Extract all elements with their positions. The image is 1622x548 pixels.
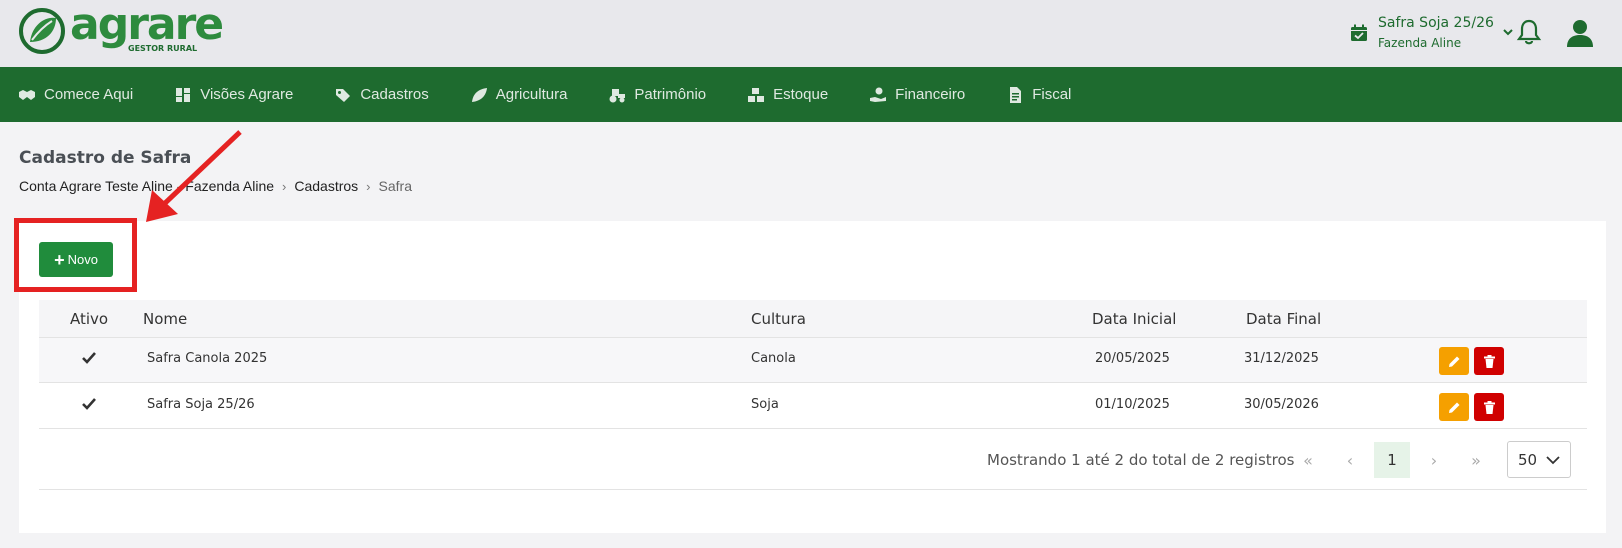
- annotation-highlight-box: [14, 218, 137, 292]
- delete-button[interactable]: [1474, 393, 1504, 421]
- annotation-arrow-icon: [146, 130, 242, 222]
- boxes-icon: [748, 87, 765, 102]
- brand-name: agrare: [70, 0, 224, 50]
- cell-data-final: 30/05/2026: [1244, 397, 1319, 412]
- breadcrumb-cadastros[interactable]: Cadastros: [294, 178, 358, 194]
- nav-item-patrimonio[interactable]: Patrimônio: [608, 86, 706, 103]
- chevron-down-icon: [1503, 29, 1513, 36]
- safra-selector[interactable]: Safra Soja 25/26 Fazenda Aline: [1350, 14, 1514, 54]
- handshake-icon: [19, 89, 35, 100]
- nav-label: Cadastros: [360, 86, 429, 103]
- divider: [39, 489, 1587, 490]
- pencil-icon: [1448, 356, 1459, 367]
- page-size-select[interactable]: 50: [1507, 441, 1571, 478]
- tags-icon: [336, 88, 351, 102]
- nav-label: Visões Agrare: [200, 86, 294, 103]
- last-page-button[interactable]: »: [1458, 442, 1494, 478]
- table-row: Safra Canola 2025 Canola 20/05/2025 31/1…: [39, 338, 1587, 383]
- nav-label: Agricultura: [495, 86, 568, 103]
- cell-data-inicial: 01/10/2025: [1095, 397, 1170, 412]
- pagination-summary: Mostrando 1 até 2 do total de 2 registro…: [987, 451, 1295, 469]
- column-cultura[interactable]: Cultura: [751, 310, 806, 328]
- chevron-right-icon: ›: [282, 178, 287, 194]
- cell-data-inicial: 20/05/2025: [1095, 351, 1170, 366]
- nav-item-comece-aqui[interactable]: Comece Aqui: [18, 86, 133, 103]
- bell-icon[interactable]: [1516, 18, 1542, 46]
- first-page-button[interactable]: «: [1290, 442, 1326, 478]
- calendar-check-icon: [1351, 24, 1367, 41]
- column-data-inicial[interactable]: Data Inicial: [1092, 310, 1176, 328]
- table-header: Ativo Nome Cultura Data Inicial Data Fin…: [39, 300, 1587, 338]
- cell-nome: Safra Soja 25/26: [147, 397, 255, 412]
- pencil-icon: [1448, 402, 1459, 413]
- cell-data-final: 31/12/2025: [1244, 351, 1319, 366]
- nav-label: Financeiro: [895, 86, 966, 103]
- nav-label: Comece Aqui: [44, 86, 134, 103]
- nav-item-visoes-agrare[interactable]: Visões Agrare: [174, 86, 293, 103]
- safra-title: Safra Soja 25/26: [1378, 15, 1494, 31]
- page-button-current[interactable]: 1: [1374, 442, 1410, 478]
- delete-button[interactable]: [1474, 347, 1504, 375]
- safra-farm: Fazenda Aline: [1378, 36, 1462, 50]
- nav-label: Fiscal: [1032, 86, 1072, 103]
- prev-page-button[interactable]: ‹: [1332, 442, 1368, 478]
- cell-cultura: Soja: [751, 397, 779, 412]
- column-data-final[interactable]: Data Final: [1246, 310, 1321, 328]
- file-invoice-icon: [1010, 86, 1022, 103]
- leaf-icon: [471, 87, 487, 102]
- main-nav: Comece Aqui Visões Agrare Cadastros Agri…: [0, 67, 1622, 122]
- check-icon: [82, 398, 96, 410]
- edit-button[interactable]: [1439, 347, 1469, 375]
- nav-label: Estoque: [773, 86, 829, 103]
- cell-cultura: Canola: [751, 351, 796, 366]
- cell-nome: Safra Canola 2025: [147, 351, 268, 366]
- trash-icon: [1483, 400, 1495, 414]
- nav-label: Patrimônio: [634, 86, 707, 103]
- nav-item-agricultura[interactable]: Agricultura: [470, 86, 568, 103]
- next-page-button[interactable]: ›: [1416, 442, 1452, 478]
- edit-button[interactable]: [1439, 393, 1469, 421]
- column-ativo[interactable]: Ativo: [70, 310, 108, 328]
- nav-item-cadastros[interactable]: Cadastros: [334, 86, 429, 103]
- nav-item-fiscal[interactable]: Fiscal: [1006, 86, 1071, 103]
- column-nome[interactable]: Nome: [143, 310, 187, 328]
- top-header: agrare GESTOR RURAL Safra Soja 25/26 Faz…: [0, 0, 1622, 67]
- chevron-down-icon: [1546, 456, 1560, 465]
- brand-tagline: GESTOR RURAL: [128, 44, 198, 53]
- breadcrumb-current: Safra: [378, 178, 412, 194]
- nav-item-estoque[interactable]: Estoque: [747, 86, 828, 103]
- table-row: Safra Soja 25/26 Soja 01/10/2025 30/05/2…: [39, 384, 1587, 429]
- dashboard-icon: [176, 87, 191, 102]
- tractor-icon: [609, 88, 626, 102]
- page-size-value: 50: [1518, 450, 1538, 469]
- agrare-logo[interactable]: agrare GESTOR RURAL: [18, 0, 224, 60]
- hand-dollar-icon: [870, 87, 887, 102]
- check-icon: [82, 352, 96, 364]
- user-icon[interactable]: [1565, 18, 1595, 48]
- nav-item-financeiro[interactable]: Financeiro: [869, 86, 965, 103]
- trash-icon: [1483, 354, 1495, 368]
- chevron-right-icon: ›: [366, 178, 371, 194]
